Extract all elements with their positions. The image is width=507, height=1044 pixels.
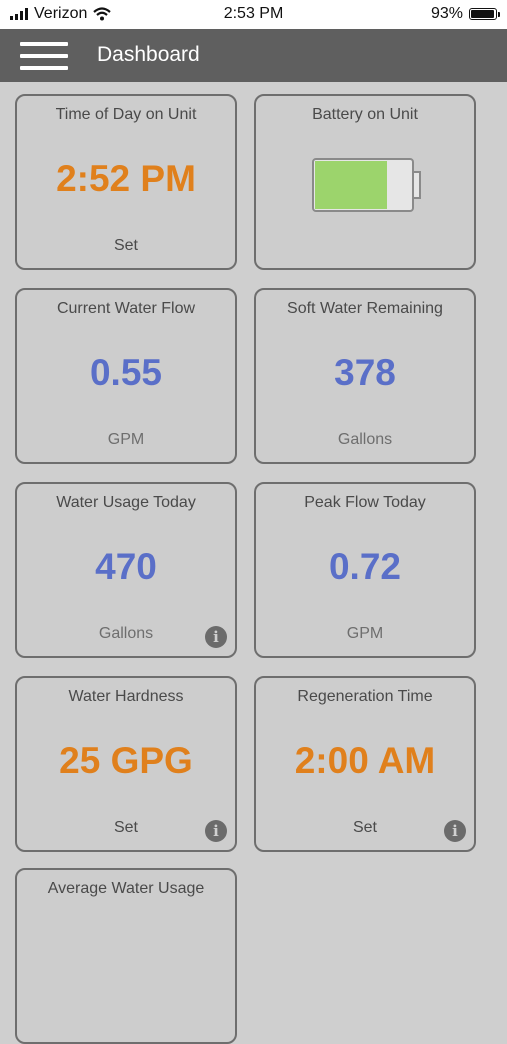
card-title: Water Usage Today	[56, 494, 196, 511]
usage-today-value: 470	[95, 546, 157, 587]
peak-flow-unit: GPM	[346, 625, 384, 642]
regeneration-time-card[interactable]: Regeneration Time 2:00 AM Set i	[254, 676, 476, 852]
hardness-value: 25 GPG	[59, 740, 193, 781]
regeneration-value: 2:00 AM	[294, 740, 436, 781]
card-title: Current Water Flow	[56, 300, 196, 317]
battery-card: Battery on Unit	[254, 94, 476, 270]
hamburger-menu-icon[interactable]	[20, 41, 68, 71]
info-icon[interactable]: i	[205, 626, 227, 648]
card-title: Regeneration Time	[297, 688, 433, 705]
card-title: Soft Water Remaining	[287, 300, 443, 317]
card-title: Time of Day on Unit	[55, 106, 197, 123]
app-header: Dashboard	[0, 29, 507, 82]
card-title: Peak Flow Today	[304, 494, 426, 511]
water-usage-today-card: Water Usage Today 470 Gallons i	[15, 482, 237, 658]
soft-water-value: 378	[334, 352, 396, 393]
average-water-usage-card: Average Water Usage	[15, 868, 237, 1044]
info-icon[interactable]: i	[444, 820, 466, 842]
status-right: 93%	[430, 5, 500, 23]
soft-water-unit: Gallons	[337, 431, 393, 448]
set-time-button[interactable]: Set	[17, 237, 235, 255]
water-hardness-card[interactable]: Water Hardness 25 GPG Set i	[15, 676, 237, 852]
set-regeneration-button[interactable]: Set	[256, 819, 474, 837]
usage-today-unit: Gallons	[98, 625, 154, 642]
status-bar: Verizon 2:53 PM 93%	[0, 0, 507, 29]
time-of-day-value: 2:52 PM	[56, 158, 196, 199]
current-flow-value: 0.55	[89, 352, 162, 393]
current-water-flow-card: Current Water Flow 0.55 GPM	[15, 288, 237, 464]
info-icon[interactable]: i	[205, 820, 227, 842]
set-hardness-button[interactable]: Set	[17, 819, 235, 837]
battery-level-icon	[312, 158, 421, 212]
battery-percent: 93%	[430, 5, 463, 22]
time-of-day-card[interactable]: Time of Day on Unit 2:52 PM Set	[15, 94, 237, 270]
page-title: Dashboard	[97, 43, 200, 66]
card-title: Battery on Unit	[312, 106, 418, 123]
peak-flow-value: 0.72	[328, 546, 401, 587]
card-title: Water Hardness	[68, 688, 184, 705]
current-flow-unit: GPM	[107, 431, 145, 448]
battery-icon	[469, 8, 500, 20]
peak-flow-today-card: Peak Flow Today 0.72 GPM	[254, 482, 476, 658]
soft-water-remaining-card: Soft Water Remaining 378 Gallons	[254, 288, 476, 464]
card-title: Average Water Usage	[47, 880, 205, 897]
